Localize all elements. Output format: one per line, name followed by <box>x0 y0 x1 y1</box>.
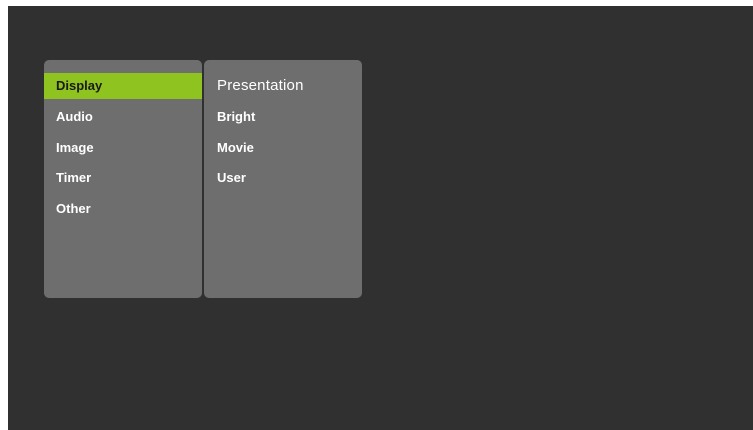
main-menu-panel: Display Audio Image Timer Other <box>44 60 202 298</box>
osd-screen: Display Audio Image Timer Other Presenta… <box>8 6 753 430</box>
submenu-panel: Presentation Bright Movie User <box>204 60 362 298</box>
submenu-item-user[interactable]: User <box>204 165 362 191</box>
menu-item-image[interactable]: Image <box>44 135 202 161</box>
submenu-title-presentation[interactable]: Presentation <box>204 73 362 99</box>
menu-item-audio[interactable]: Audio <box>44 104 202 130</box>
menu-item-other[interactable]: Other <box>44 196 202 222</box>
submenu-item-movie[interactable]: Movie <box>204 135 362 161</box>
menu-item-display[interactable]: Display <box>44 73 202 99</box>
menu-item-timer[interactable]: Timer <box>44 165 202 191</box>
submenu-item-bright[interactable]: Bright <box>204 104 362 130</box>
